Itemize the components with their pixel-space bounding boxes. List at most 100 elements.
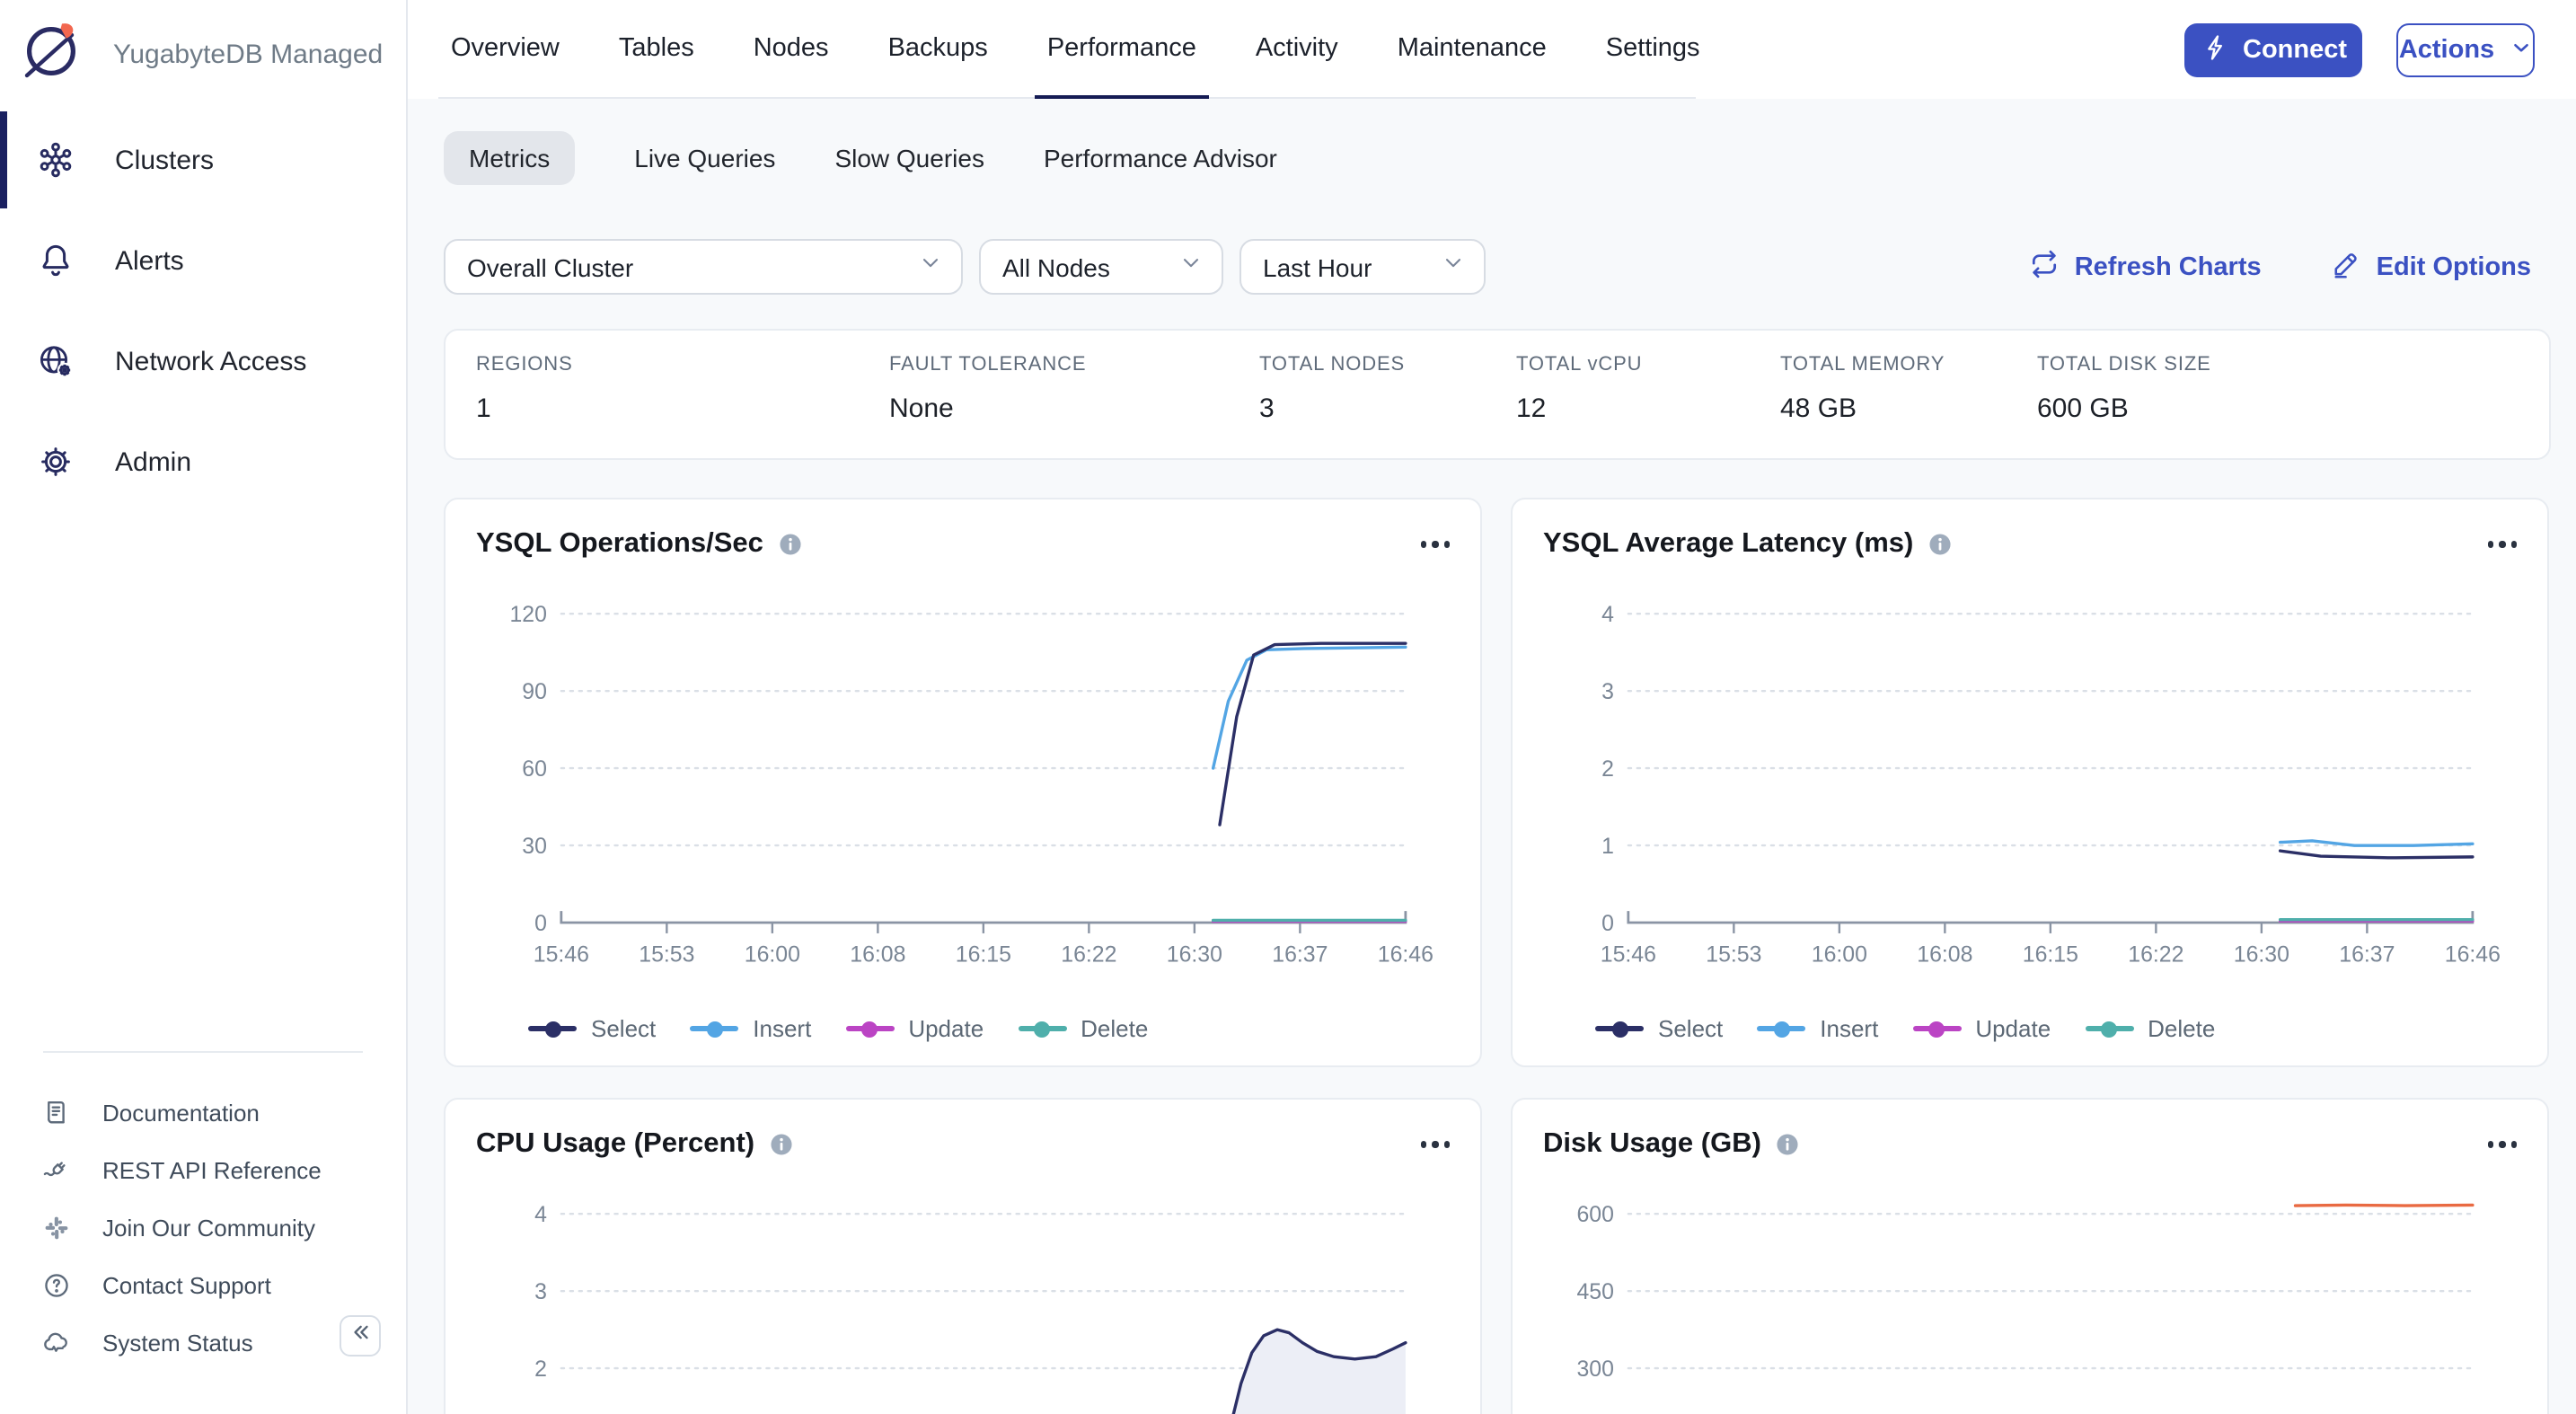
tab-overview[interactable]: Overview — [438, 0, 572, 98]
chart-header: YSQL Average Latency (ms) — [1543, 528, 2520, 561]
legend-item-insert[interactable]: Insert — [690, 1015, 811, 1042]
legend-item-select[interactable]: Select — [1595, 1015, 1723, 1042]
legend-label: Insert — [1820, 1015, 1878, 1042]
legend-marker — [1912, 1026, 1961, 1031]
svg-text:16:37: 16:37 — [1272, 943, 1328, 968]
sidebar-divider — [43, 1051, 363, 1053]
tab-settings[interactable]: Settings — [1593, 0, 1713, 98]
subtab-live-queries[interactable]: Live Queries — [634, 130, 775, 184]
sidebar-link-documentation[interactable]: Documentation — [0, 1083, 406, 1141]
tab-backups[interactable]: Backups — [876, 0, 1001, 98]
refresh-charts-button[interactable]: Refresh Charts — [2028, 247, 2262, 287]
tab-label: Tables — [619, 34, 694, 63]
edit-options-button[interactable]: Edit Options — [2330, 247, 2531, 287]
legend-marker — [2085, 1026, 2133, 1031]
svg-text:16:30: 16:30 — [2234, 943, 2289, 968]
chart-header: YSQL Operations/Sec — [476, 528, 1453, 561]
legend-item-delete[interactable]: Delete — [2085, 1015, 2215, 1042]
svg-text:16:15: 16:15 — [2023, 943, 2078, 968]
filters-row: Overall Cluster All Nodes Last Hour — [444, 239, 2551, 295]
legend-item-select[interactable]: Select — [528, 1015, 656, 1042]
legend-item-insert[interactable]: Insert — [1757, 1015, 1878, 1042]
lightning-icon — [2200, 31, 2230, 69]
tab-nodes[interactable]: Nodes — [741, 0, 842, 98]
svg-text:4: 4 — [1601, 603, 1614, 627]
info-icon[interactable] — [1776, 1132, 1801, 1157]
tab-label: Nodes — [754, 34, 829, 63]
more-options-icon[interactable] — [1416, 535, 1453, 555]
legend-item-update[interactable]: Update — [845, 1015, 984, 1042]
stat-label: FAULT TOLERANCE — [889, 354, 1259, 376]
stat-value: 3 — [1259, 393, 1516, 424]
header-actions: Connect Actions — [2184, 23, 2535, 77]
more-options-icon[interactable] — [1416, 1135, 1453, 1155]
info-icon[interactable] — [1928, 532, 1953, 557]
svg-text:30: 30 — [522, 835, 547, 859]
tab-performance[interactable]: Performance — [1035, 0, 1209, 98]
svg-text:2: 2 — [534, 1357, 547, 1382]
topnav-tabs: Overview Tables Nodes Backups Performance Act… — [438, 0, 1696, 99]
sidebar-link-join-our-community[interactable]: Join Our Community — [0, 1198, 406, 1256]
stat-total-disk-size: TOTAL DISK SIZE600 GB — [2037, 354, 2360, 458]
sidebar-link-contact-support[interactable]: Contact Support — [0, 1256, 406, 1313]
chart-card-ysql-latency: YSQL Average Latency (ms) 0123415:4615:5… — [1511, 498, 2549, 1067]
svg-text:16:22: 16:22 — [2128, 943, 2183, 968]
chart-header: Disk Usage (GB) — [1543, 1128, 2520, 1161]
legend-label: Select — [591, 1015, 656, 1042]
tab-activity[interactable]: Activity — [1243, 0, 1351, 98]
svg-text:120: 120 — [510, 603, 547, 627]
tab-maintenance[interactable]: Maintenance — [1385, 0, 1559, 98]
sidebar-link-rest-api-reference[interactable]: REST API Reference — [0, 1141, 406, 1198]
svg-text:16:30: 16:30 — [1167, 943, 1222, 968]
svg-text:4: 4 — [534, 1203, 547, 1227]
stat-total-nodes: TOTAL NODES3 — [1259, 354, 1516, 458]
subtab-metrics[interactable]: Metrics — [444, 130, 575, 184]
legend-marker — [1018, 1026, 1066, 1031]
stat-label: REGIONS — [476, 354, 889, 376]
more-options-icon[interactable] — [2483, 535, 2520, 555]
subtab-slow-queries[interactable]: Slow Queries — [834, 130, 984, 184]
app-window: YugabyteDB Managed Clusters Alerts Network… — [0, 0, 2576, 1414]
legend-item-delete[interactable]: Delete — [1018, 1015, 1148, 1042]
legend-marker — [845, 1026, 894, 1031]
svg-text:60: 60 — [522, 757, 547, 782]
sidebar-collapse-button[interactable] — [340, 1315, 381, 1357]
tab-label: Settings — [1606, 34, 1700, 63]
chart-card-disk-usage: Disk Usage (GB) 015030045060015:4615:531… — [1511, 1098, 2549, 1414]
globe-gear-icon — [34, 340, 77, 383]
time-range-select[interactable]: Last Hour — [1239, 239, 1486, 295]
chart-legend: Select Insert Update Delete — [528, 1015, 1148, 1042]
sidebar-item-alerts[interactable]: Alerts — [0, 210, 406, 311]
info-icon[interactable] — [778, 532, 803, 557]
legend-marker — [1595, 1026, 1644, 1031]
sidebar-item-network-access[interactable]: Network Access — [0, 311, 406, 411]
cluster-select[interactable]: Overall Cluster — [444, 239, 963, 295]
legend-label: Insert — [753, 1015, 811, 1042]
chart-header: CPU Usage (Percent) — [476, 1128, 1453, 1161]
chart-title: CPU Usage (Percent) — [476, 1128, 754, 1161]
connect-button[interactable]: Connect — [2184, 23, 2362, 77]
sidebar-item-clusters[interactable]: Clusters — [0, 110, 406, 210]
nodes-select[interactable]: All Nodes — [979, 239, 1223, 295]
info-icon[interactable] — [769, 1132, 794, 1157]
chevron-down-icon — [2509, 35, 2532, 66]
performance-subtabs: Metrics Live Queries Slow Queries Performan… — [444, 131, 2551, 183]
more-options-icon[interactable] — [2483, 1135, 2520, 1155]
double-chevron-left-icon — [347, 1318, 374, 1354]
stat-label: TOTAL MEMORY — [1780, 354, 2037, 376]
svg-text:16:08: 16:08 — [850, 943, 905, 968]
brand: YugabyteDB Managed — [0, 0, 406, 108]
stat-value: None — [889, 393, 1259, 424]
chart-actions: Refresh Charts Edit Options — [2028, 239, 2531, 295]
sidebar: YugabyteDB Managed Clusters Alerts Network… — [0, 0, 408, 1414]
legend-item-update[interactable]: Update — [1912, 1015, 2051, 1042]
tab-tables[interactable]: Tables — [606, 0, 707, 98]
stat-value: 600 GB — [2037, 393, 2360, 424]
sidebar-item-label: Alerts — [115, 245, 184, 276]
sidebar-menu: Clusters Alerts Network AccessAdmin — [0, 110, 406, 512]
subtab-performance-advisor[interactable]: Performance Advisor — [1044, 130, 1277, 184]
sidebar-item-admin[interactable]: Admin — [0, 411, 406, 512]
actions-button[interactable]: Actions — [2396, 23, 2535, 77]
chart-title: YSQL Operations/Sec — [476, 528, 763, 561]
svg-text:90: 90 — [522, 680, 547, 704]
